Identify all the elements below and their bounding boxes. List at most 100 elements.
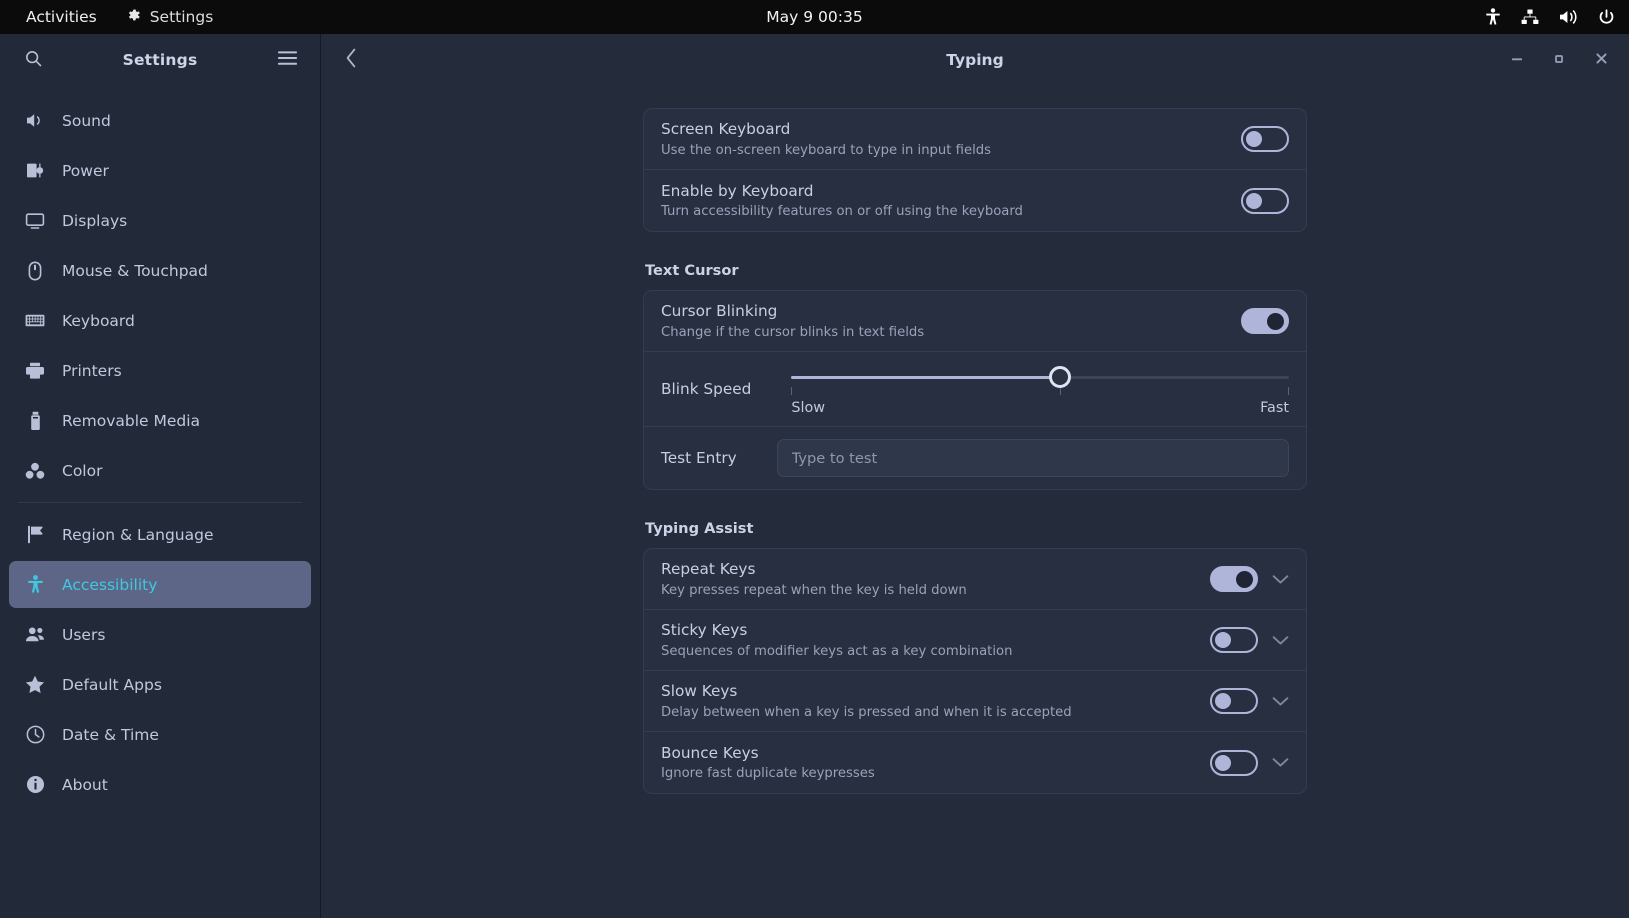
app-menu-button[interactable]: Settings bbox=[111, 0, 228, 34]
printer-icon bbox=[25, 361, 45, 381]
info-icon bbox=[25, 775, 45, 795]
sidebar-item-users[interactable]: Users bbox=[9, 611, 311, 658]
sidebar-item-default-apps[interactable]: Default Apps bbox=[9, 661, 311, 708]
accessibility-icon[interactable] bbox=[1485, 8, 1501, 26]
sidebar-item-removable-media[interactable]: Removable Media bbox=[9, 397, 311, 444]
settings-sidebar: Settings Sound Power Displays Mouse & To… bbox=[0, 34, 321, 918]
sidebar-divider bbox=[18, 502, 302, 503]
sound-icon bbox=[25, 111, 45, 131]
sidebar-header: Settings bbox=[0, 34, 320, 86]
sidebar-item-label: Keyboard bbox=[62, 311, 135, 330]
screen-keyboard-toggle[interactable] bbox=[1241, 126, 1289, 152]
sidebar-item-mouse-touchpad[interactable]: Mouse & Touchpad bbox=[9, 247, 311, 294]
chevron-down-icon[interactable] bbox=[1272, 696, 1289, 707]
color-icon bbox=[25, 461, 45, 481]
sidebar-item-label: Removable Media bbox=[62, 411, 201, 430]
blink-speed-label: Blink Speed bbox=[661, 380, 752, 398]
power-plug-icon bbox=[25, 161, 45, 181]
close-icon bbox=[1594, 51, 1609, 70]
page-title: Typing bbox=[946, 51, 1004, 69]
gnome-top-bar: Activities Settings May 9 00:35 bbox=[0, 0, 1629, 34]
row-texts: Enable by Keyboard Turn accessibility fe… bbox=[661, 171, 1241, 231]
row-texts: Sticky Keys Sequences of modifier keys a… bbox=[661, 610, 1210, 670]
sidebar-item-label: Date & Time bbox=[62, 725, 159, 744]
row-title: Cursor Blinking bbox=[661, 302, 778, 321]
blink-speed-slider[interactable]: Slow Fast bbox=[791, 352, 1289, 426]
volume-icon[interactable] bbox=[1559, 9, 1578, 25]
network-icon[interactable] bbox=[1521, 9, 1539, 25]
sidebar-item-label: Users bbox=[62, 625, 106, 644]
slider-thumb[interactable] bbox=[1049, 366, 1072, 388]
main-window: Typing Screen Keyboard Use the on-screen… bbox=[321, 34, 1629, 918]
row-sticky-keys[interactable]: Sticky Keys Sequences of modifier keys a… bbox=[644, 610, 1306, 671]
cursor-blinking-toggle[interactable] bbox=[1241, 308, 1289, 334]
toggle-knob bbox=[1236, 570, 1253, 588]
sidebar-item-label: Color bbox=[62, 461, 103, 480]
slider-track-area bbox=[791, 366, 1289, 395]
row-slow-keys[interactable]: Slow Keys Delay between when a key is pr… bbox=[644, 671, 1306, 732]
screen-keyboard-group: Screen Keyboard Use the on-screen keyboa… bbox=[643, 108, 1307, 232]
row-title: Slow Keys bbox=[661, 682, 738, 701]
sidebar-item-date-time[interactable]: Date & Time bbox=[9, 711, 311, 758]
row-texts: Slow Keys Delay between when a key is pr… bbox=[661, 671, 1210, 731]
sidebar-item-sound[interactable]: Sound bbox=[9, 97, 311, 144]
row-repeat-keys[interactable]: Repeat Keys Key presses repeat when the … bbox=[644, 549, 1306, 610]
row-title: Enable by Keyboard bbox=[661, 181, 814, 200]
sidebar-item-printers[interactable]: Printers bbox=[9, 347, 311, 394]
sidebar-item-accessibility[interactable]: Accessibility bbox=[9, 561, 311, 608]
hamburger-menu-icon bbox=[277, 50, 298, 70]
sidebar-item-label: Region & Language bbox=[62, 525, 214, 544]
usb-drive-icon bbox=[25, 411, 45, 431]
top-bar-indicators bbox=[1485, 0, 1615, 34]
slider-min-label: Slow bbox=[791, 400, 826, 416]
clock-button[interactable]: May 9 00:35 bbox=[695, 8, 935, 26]
sidebar-item-keyboard[interactable]: Keyboard bbox=[9, 297, 311, 344]
chevron-down-icon[interactable] bbox=[1272, 757, 1289, 768]
test-entry-label: Test Entry bbox=[661, 449, 737, 467]
test-entry-input[interactable] bbox=[776, 439, 1289, 477]
toggle-knob bbox=[1246, 192, 1262, 209]
mouse-icon bbox=[25, 260, 45, 281]
activities-button[interactable]: Activities bbox=[12, 0, 111, 34]
bounce-keys-toggle[interactable] bbox=[1210, 749, 1258, 776]
chevron-down-icon[interactable] bbox=[1272, 635, 1289, 646]
row-enable-by-keyboard[interactable]: Enable by Keyboard Turn accessibility fe… bbox=[644, 170, 1306, 231]
sidebar-item-displays[interactable]: Displays bbox=[9, 197, 311, 244]
row-title: Screen Keyboard bbox=[661, 120, 791, 139]
power-icon[interactable] bbox=[1598, 8, 1615, 26]
star-icon bbox=[25, 675, 45, 695]
maximize-button[interactable] bbox=[1545, 46, 1573, 74]
sticky-keys-toggle[interactable] bbox=[1210, 627, 1258, 653]
slider-fill bbox=[791, 376, 1061, 379]
enable-by-keyboard-toggle[interactable] bbox=[1241, 187, 1289, 214]
minimize-button[interactable] bbox=[1503, 46, 1531, 74]
sidebar-item-about[interactable]: About bbox=[9, 761, 311, 808]
users-icon bbox=[25, 625, 45, 645]
slow-keys-toggle[interactable] bbox=[1210, 688, 1258, 714]
search-icon bbox=[24, 49, 43, 72]
search-button[interactable] bbox=[18, 45, 48, 75]
sidebar-item-region-language[interactable]: Region & Language bbox=[9, 511, 311, 558]
activities-label: Activities bbox=[26, 8, 97, 26]
sidebar-item-label: About bbox=[62, 775, 108, 794]
sidebar-item-color[interactable]: Color bbox=[9, 447, 311, 494]
close-button[interactable] bbox=[1587, 46, 1615, 74]
section-title-typing-assist: Typing Assist bbox=[645, 520, 754, 537]
row-cursor-blinking[interactable]: Cursor Blinking Change if the cursor bli… bbox=[644, 291, 1306, 352]
main-menu-button[interactable] bbox=[272, 45, 302, 75]
chevron-down-icon[interactable] bbox=[1272, 574, 1289, 585]
minimize-icon bbox=[1510, 51, 1524, 70]
clock-icon bbox=[25, 725, 45, 745]
row-bounce-keys[interactable]: Bounce Keys Ignore fast duplicate keypre… bbox=[644, 732, 1306, 793]
section-title-text-cursor: Text Cursor bbox=[645, 262, 739, 279]
window-header-bar: Typing bbox=[321, 34, 1629, 86]
back-button[interactable] bbox=[335, 44, 367, 76]
slider-scale-labels: Slow Fast bbox=[791, 400, 1289, 416]
row-screen-keyboard[interactable]: Screen Keyboard Use the on-screen keyboa… bbox=[644, 109, 1306, 170]
sidebar-item-power[interactable]: Power bbox=[9, 147, 311, 194]
row-title: Sticky Keys bbox=[661, 621, 748, 640]
sidebar-item-label: Sound bbox=[62, 111, 111, 130]
repeat-keys-toggle[interactable] bbox=[1210, 566, 1258, 592]
toggle-knob bbox=[1215, 693, 1231, 709]
sidebar-nav: Sound Power Displays Mouse & Touchpad Ke… bbox=[0, 86, 320, 808]
